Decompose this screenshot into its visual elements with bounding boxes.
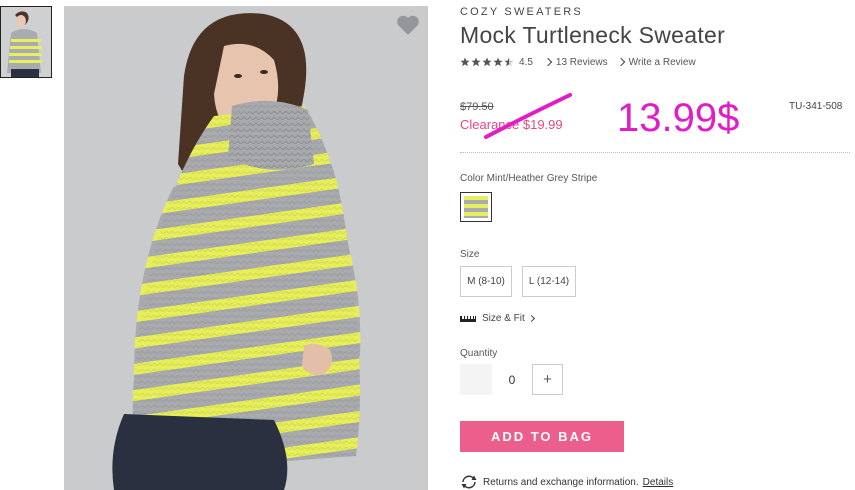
chevron-right-icon (527, 314, 535, 323)
returns-details-link[interactable]: Details (643, 477, 674, 488)
star-icon (482, 57, 492, 67)
quantity-value[interactable]: 0 (492, 364, 532, 395)
ruler-icon (460, 315, 476, 322)
add-to-bag-button[interactable]: ADD TO BAG (460, 421, 624, 452)
heart-icon[interactable] (396, 14, 420, 36)
write-review-link[interactable]: Write a Review (616, 56, 696, 68)
returns-text: Returns and exchange information. (483, 476, 639, 488)
price-strikethrough-annotation (484, 93, 572, 139)
swatch-pattern (464, 196, 488, 218)
size-option-m[interactable]: M (8-10) (460, 266, 512, 297)
star-icon (493, 57, 503, 67)
rating-row: 4.5 13 Reviews Write a Review (460, 55, 706, 69)
clearance-price: Clearance $19.99 (460, 117, 563, 132)
handwritten-new-price: 13.99$ (617, 96, 740, 140)
size-fit-link[interactable]: Size & Fit (460, 313, 539, 324)
quantity-decrement-area[interactable] (460, 364, 492, 395)
star-icon (471, 57, 481, 67)
write-review-label: Write a Review (628, 56, 696, 68)
chevron-right-icon (543, 57, 553, 67)
product-main-image (64, 6, 428, 490)
product-title: Mock Turtleneck Sweater (460, 22, 726, 48)
rating-value: 4.5 (519, 56, 533, 68)
quantity-label: Quantity (460, 348, 498, 359)
color-swatch-mint-grey-stripe[interactable] (460, 192, 492, 222)
star-icon (460, 57, 470, 67)
quantity-increment-button[interactable]: + (532, 364, 563, 395)
size-option-l[interactable]: L (12-14) (522, 266, 576, 297)
original-price: $79.50 (460, 101, 494, 113)
star-rating (460, 57, 514, 67)
reviews-link[interactable]: 13 Reviews (543, 56, 608, 68)
refresh-icon (461, 475, 477, 489)
star-half-icon (504, 57, 514, 67)
divider (460, 152, 850, 153)
product-thumbnail[interactable] (0, 6, 52, 78)
size-label: Size (460, 249, 480, 260)
size-fit-label: Size & Fit (482, 313, 525, 324)
color-label: Color Mint/Heather Grey Stripe (460, 173, 598, 184)
chevron-right-icon (616, 57, 625, 67)
reviews-label: 13 Reviews (555, 56, 608, 68)
thumbnail-image (1, 7, 51, 77)
product-sku: TU-341-508 (789, 101, 843, 112)
returns-info: Returns and exchange information. Detail… (460, 475, 673, 489)
brand-name: COZY SWEATERS (460, 6, 583, 18)
